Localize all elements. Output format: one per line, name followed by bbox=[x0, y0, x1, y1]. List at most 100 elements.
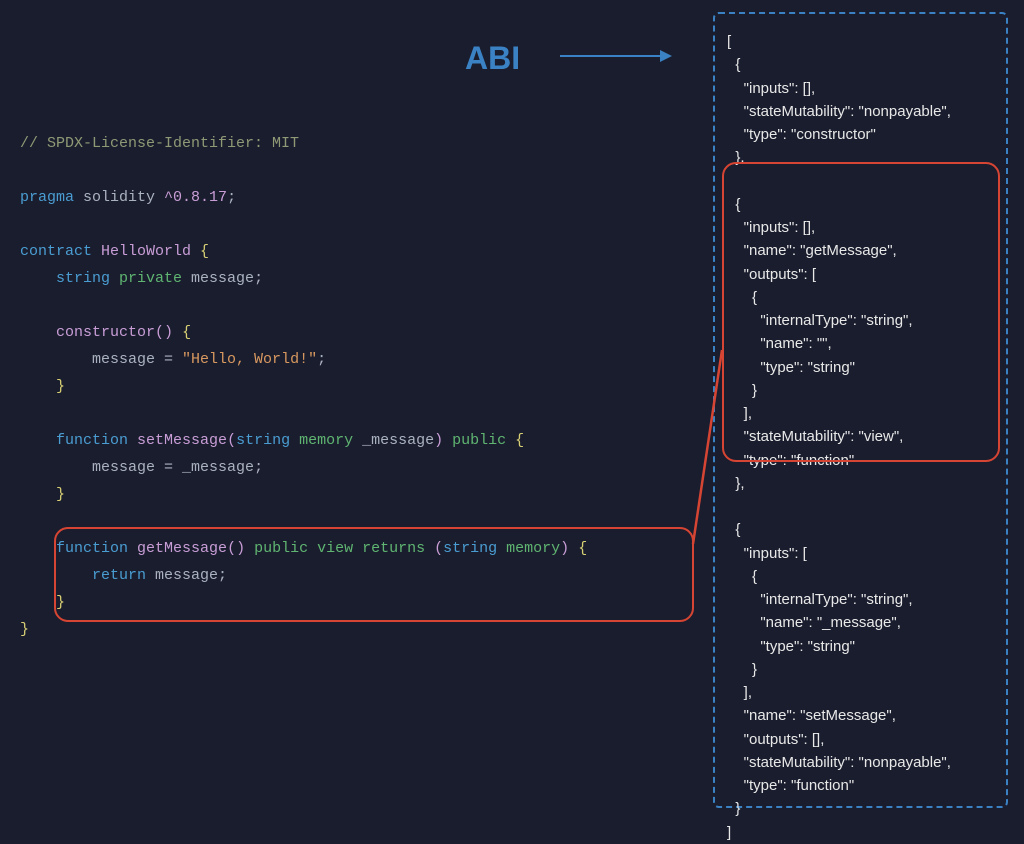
brace: } bbox=[56, 486, 65, 503]
code-line bbox=[20, 292, 690, 319]
variable: message bbox=[155, 567, 218, 584]
code-line: return message; bbox=[20, 562, 690, 589]
modifier: memory bbox=[497, 540, 560, 557]
operator: = bbox=[164, 459, 182, 476]
abi-json-panel: [ { "inputs": [], "stateMutability": "no… bbox=[713, 12, 1008, 808]
abi-line: } bbox=[727, 658, 994, 681]
code-line: } bbox=[20, 589, 690, 616]
version-number: 0.8.17 bbox=[173, 189, 227, 206]
solidity-code-editor: // SPDX-License-Identifier: MIT pragma s… bbox=[20, 130, 690, 643]
modifier: memory bbox=[290, 432, 362, 449]
abi-line: }, bbox=[727, 146, 994, 169]
semicolon: ; bbox=[218, 567, 227, 584]
abi-line: "internalType": "string", bbox=[727, 309, 994, 332]
operator: = bbox=[164, 351, 182, 368]
paren: ) bbox=[560, 540, 578, 557]
abi-line: "inputs": [], bbox=[727, 77, 994, 100]
abi-heading: ABI bbox=[465, 40, 520, 77]
variable: message bbox=[92, 459, 164, 476]
keyword: contract bbox=[20, 243, 92, 260]
keyword: function bbox=[56, 540, 128, 557]
indent bbox=[20, 567, 92, 584]
contract-name: HelloWorld bbox=[92, 243, 200, 260]
code-line bbox=[20, 211, 690, 238]
abi-line: "name": "getMessage", bbox=[727, 239, 994, 262]
arrow-right-icon bbox=[560, 55, 670, 57]
semicolon: ; bbox=[227, 189, 236, 206]
abi-line: "internalType": "string", bbox=[727, 588, 994, 611]
code-line: message = "Hello, World!"; bbox=[20, 346, 690, 373]
indent bbox=[20, 540, 56, 557]
modifier: view bbox=[317, 540, 362, 557]
abi-line: "inputs": [], bbox=[727, 216, 994, 239]
semicolon: ; bbox=[317, 351, 326, 368]
modifier: public bbox=[254, 540, 317, 557]
indent bbox=[20, 432, 56, 449]
brace: } bbox=[56, 594, 65, 611]
parens: () bbox=[155, 324, 182, 341]
abi-line: ], bbox=[727, 402, 994, 425]
abi-line: "name": "setMessage", bbox=[727, 704, 994, 727]
abi-line: "stateMutability": "nonpayable", bbox=[727, 100, 994, 123]
variable: message bbox=[92, 351, 164, 368]
abi-line: "name": "_message", bbox=[727, 611, 994, 634]
comment-text: // SPDX-License-Identifier: MIT bbox=[20, 135, 299, 152]
brace: { bbox=[200, 243, 209, 260]
abi-line: } bbox=[727, 797, 994, 820]
abi-line: "inputs": [ bbox=[727, 542, 994, 565]
abi-line: [ bbox=[727, 30, 994, 53]
abi-line: { bbox=[727, 286, 994, 309]
abi-line: "name": "", bbox=[727, 332, 994, 355]
type: string bbox=[56, 270, 110, 287]
abi-line: { bbox=[727, 53, 994, 76]
indent bbox=[20, 486, 56, 503]
function-name: setMessage bbox=[128, 432, 227, 449]
abi-line bbox=[727, 170, 994, 193]
abi-line: ] bbox=[727, 821, 994, 844]
parameter: _message bbox=[362, 432, 434, 449]
abi-line: { bbox=[727, 565, 994, 588]
paren: ( bbox=[434, 540, 443, 557]
abi-line: "outputs": [], bbox=[727, 728, 994, 751]
code-line bbox=[20, 508, 690, 535]
type: string bbox=[236, 432, 290, 449]
function-name: getMessage bbox=[128, 540, 227, 557]
indent bbox=[20, 459, 92, 476]
code-line: constructor() { bbox=[20, 319, 690, 346]
operator: ^ bbox=[164, 189, 173, 206]
code-line: contract HelloWorld { bbox=[20, 238, 690, 265]
code-line: string private message; bbox=[20, 265, 690, 292]
abi-line: }, bbox=[727, 472, 994, 495]
code-line: message = _message; bbox=[20, 454, 690, 481]
modifier: private bbox=[110, 270, 191, 287]
indent bbox=[20, 270, 56, 287]
parameter: _message bbox=[182, 459, 254, 476]
string-literal: "Hello, World!" bbox=[182, 351, 317, 368]
indent bbox=[20, 594, 56, 611]
paren: ( bbox=[227, 432, 236, 449]
abi-line: "type": "string" bbox=[727, 635, 994, 658]
abi-line: "type": "constructor" bbox=[727, 123, 994, 146]
brace: } bbox=[20, 621, 29, 638]
code-line: // SPDX-License-Identifier: MIT bbox=[20, 130, 690, 157]
keyword: returns bbox=[362, 540, 434, 557]
variable: message bbox=[191, 270, 254, 287]
abi-line: { bbox=[727, 193, 994, 216]
indent bbox=[20, 378, 56, 395]
abi-line: "type": "string" bbox=[727, 356, 994, 379]
modifier: public bbox=[452, 432, 515, 449]
constructor-keyword: constructor bbox=[56, 324, 155, 341]
indent bbox=[20, 324, 56, 341]
abi-line: ], bbox=[727, 681, 994, 704]
keyword: return bbox=[92, 567, 155, 584]
abi-line: "stateMutability": "nonpayable", bbox=[727, 751, 994, 774]
indent bbox=[20, 351, 92, 368]
abi-line: } bbox=[727, 379, 994, 402]
abi-line: "stateMutability": "view", bbox=[727, 425, 994, 448]
semicolon: ; bbox=[254, 459, 263, 476]
brace: { bbox=[182, 324, 191, 341]
abi-line: "outputs": [ bbox=[727, 263, 994, 286]
brace: { bbox=[515, 432, 524, 449]
type: string bbox=[443, 540, 497, 557]
paren: ) bbox=[434, 432, 452, 449]
